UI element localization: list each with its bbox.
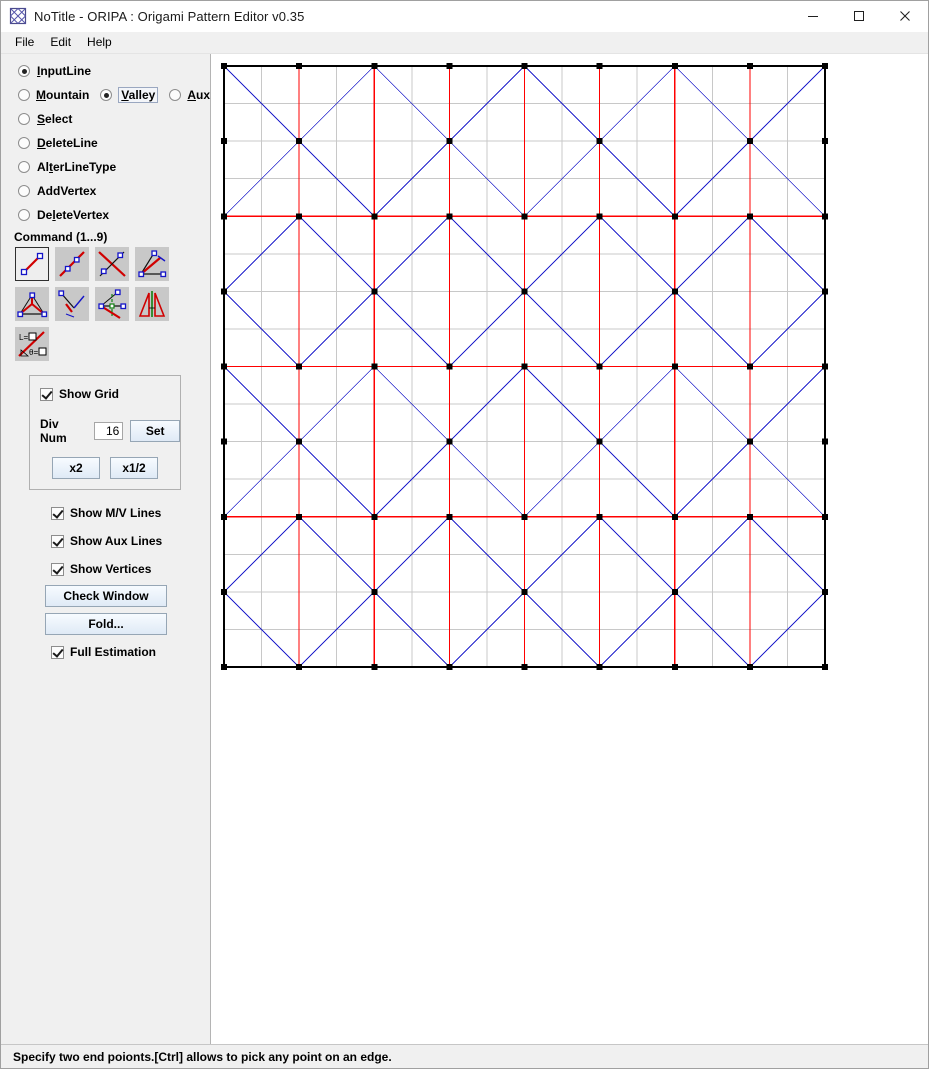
title-bar: NoTitle - ORIPA : Origami Pattern Editor… (1, 1, 928, 32)
command-symmetric-line-button[interactable] (95, 287, 129, 321)
full-estimation-checkbox-row[interactable]: Full Estimation (51, 642, 210, 662)
show-grid-checkbox-row[interactable]: Show Grid (30, 384, 180, 404)
grid-x2-button[interactable]: x2 (52, 457, 100, 479)
line-by-two-points-icon (20, 252, 44, 276)
mode-label-select: Select (37, 112, 73, 126)
div-num-label: Div Num (40, 417, 67, 445)
application-window: NoTitle - ORIPA : Origami Pattern Editor… (0, 0, 929, 1069)
radio-indicator-valley[interactable] (100, 89, 113, 101)
radio-indicator (18, 113, 30, 125)
svg-text:L=: L= (19, 333, 28, 342)
radio-indicator-mountain[interactable] (18, 89, 30, 101)
show-aux-lines-checkbox-row[interactable]: Show Aux Lines (51, 527, 210, 555)
radio-indicator (18, 137, 30, 149)
radio-indicator (18, 161, 30, 173)
show-vertices-label: Show Vertices (70, 562, 152, 576)
mode-radio-addvertex[interactable]: AddVertex (1, 179, 210, 203)
command-vertical-line-button[interactable] (55, 287, 89, 321)
status-bar: Specify two end poionts.[Ctrl] allows to… (1, 1044, 928, 1068)
mode-radio-select[interactable]: Select (1, 107, 210, 131)
mirror-copy-icon (138, 291, 166, 317)
mode-radio-alterlinetype[interactable]: AlterLineType (1, 155, 210, 179)
line-type-label-mountain[interactable]: Mountain (36, 88, 89, 102)
checkbox-indicator (51, 562, 64, 576)
grid-options-panel: Show Grid Div Num Set x2 x1/2 (29, 375, 181, 490)
vertical-line-icon (58, 290, 85, 318)
full-estimation-group: Full Estimation (1, 642, 210, 662)
command-perpendicular-bisector-button[interactable] (95, 247, 129, 281)
minimize-icon (808, 16, 818, 17)
segment-on-line-icon (59, 251, 85, 277)
command-triangle-insert-button[interactable] (15, 287, 49, 321)
symmetric-line-icon (98, 289, 127, 319)
command-line-by-two-points-button[interactable] (15, 247, 49, 281)
command-section-title: Command (1...9) (14, 230, 108, 244)
div-num-input[interactable] (94, 422, 124, 440)
triangle-insert-icon (17, 292, 48, 318)
mode-radio-deletevertex[interactable]: DeleteVertex (1, 203, 210, 227)
display-options-group: Show M/V Lines Show Aux Lines Show Verti… (1, 499, 210, 583)
line-type-label-aux[interactable]: Aux (187, 88, 210, 102)
menu-edit[interactable]: Edit (42, 33, 79, 52)
checkbox-indicator (40, 387, 53, 401)
radio-indicator-aux[interactable] (169, 89, 182, 101)
minimize-button[interactable] (790, 1, 836, 31)
line-type-group: Mountain Valley Aux (1, 83, 210, 107)
crease-pattern-drawing[interactable] (211, 54, 928, 1044)
radio-indicator (18, 209, 30, 221)
maximize-icon (854, 11, 864, 21)
menu-bar: File Edit Help (1, 32, 928, 54)
menu-help[interactable]: Help (79, 33, 120, 52)
checkbox-indicator (51, 506, 64, 520)
maximize-button[interactable] (836, 1, 882, 31)
mode-label-deletevertex: DeleteVertex (37, 208, 110, 222)
radio-indicator (18, 185, 30, 197)
mode-radio-deleteline[interactable]: DeleteLine (1, 131, 210, 155)
length-angle-input-icon: L= θ= (18, 331, 47, 357)
window-controls (790, 1, 928, 31)
command-segment-on-line-button[interactable] (55, 247, 89, 281)
checkbox-indicator (51, 534, 64, 548)
check-window-button[interactable]: Check Window (45, 585, 167, 607)
mode-label-alterlinetype: AlterLineType (37, 160, 117, 174)
close-button[interactable] (882, 1, 928, 31)
perpendicular-bisector-icon (98, 251, 126, 277)
origami-crease-icon (9, 7, 27, 25)
show-aux-lines-label: Show Aux Lines (70, 534, 163, 548)
crease-pattern-canvas[interactable] (211, 54, 928, 1044)
checkbox-indicator (51, 645, 64, 659)
mode-label-addvertex: AddVertex (37, 184, 97, 198)
fold-button[interactable]: Fold... (45, 613, 167, 635)
show-mv-lines-label: Show M/V Lines (70, 506, 162, 520)
tool-sidebar: InputLine Mountain Valley Aux Select Del… (1, 54, 211, 1044)
show-grid-label: Show Grid (59, 387, 119, 401)
command-angle-bisector-button[interactable] (135, 247, 169, 281)
command-button-grid: L= θ= (1, 247, 195, 367)
angle-bisector-icon (138, 250, 167, 278)
grid-x-half-button[interactable]: x1/2 (110, 457, 158, 479)
radio-indicator (18, 65, 30, 77)
show-vertices-checkbox-row[interactable]: Show Vertices (51, 555, 210, 583)
div-num-row: Div Num Set (30, 417, 180, 445)
window-title: NoTitle - ORIPA : Origami Pattern Editor… (34, 8, 305, 24)
close-icon (900, 11, 910, 21)
command-mirror-copy-button[interactable] (135, 287, 169, 321)
mode-label-inputline: InputLine (37, 64, 91, 78)
line-type-label-valley[interactable]: Valley (118, 87, 159, 103)
command-length-angle-input-button[interactable]: L= θ= (15, 327, 49, 361)
grid-scale-row: x2 x1/2 (30, 457, 180, 479)
set-div-num-button[interactable]: Set (130, 420, 180, 442)
mode-label-deleteline: DeleteLine (37, 136, 98, 150)
status-message: Specify two end poionts.[Ctrl] allows to… (13, 1049, 392, 1064)
mode-radio-inputline[interactable]: InputLine (1, 59, 210, 83)
svg-text:θ=: θ= (29, 348, 38, 357)
show-mv-lines-checkbox-row[interactable]: Show M/V Lines (51, 499, 210, 527)
main-area: InputLine Mountain Valley Aux Select Del… (1, 54, 928, 1044)
menu-file[interactable]: File (7, 33, 42, 52)
full-estimation-label: Full Estimation (70, 645, 157, 659)
